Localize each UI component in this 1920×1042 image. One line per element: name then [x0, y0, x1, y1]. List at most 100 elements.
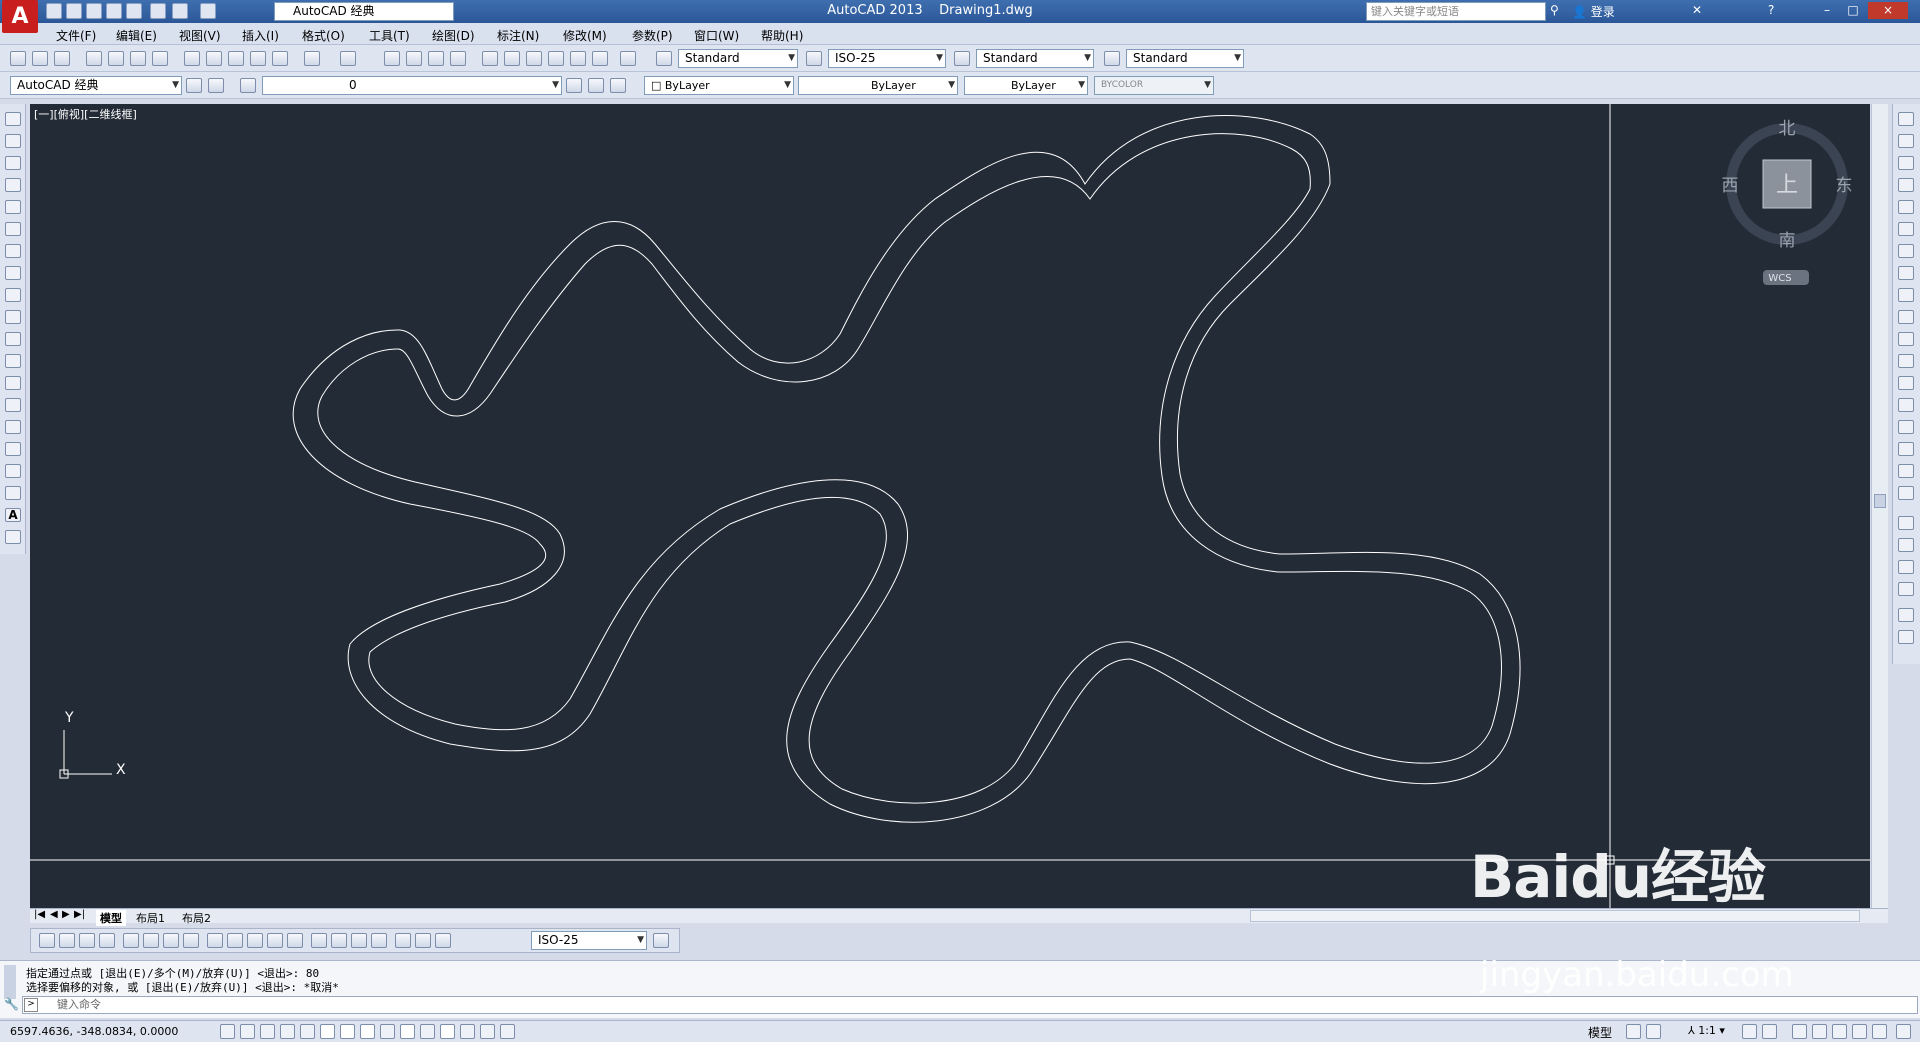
viewcube-south[interactable]: 南 [1779, 231, 1796, 251]
redo-icon[interactable] [200, 3, 216, 19]
table-style-icon[interactable] [954, 51, 970, 66]
ellipse-icon[interactable] [5, 310, 21, 324]
copy-icon[interactable] [206, 51, 222, 66]
infer-constraints-icon[interactable] [220, 1024, 235, 1039]
search-input[interactable]: 键入关键字或短语 [1366, 2, 1546, 21]
plot-preview-icon[interactable] [108, 51, 124, 66]
ortho-mode-icon[interactable] [280, 1024, 295, 1039]
text-to-front-icon[interactable] [1898, 608, 1914, 622]
snap-mode-icon[interactable] [240, 1024, 255, 1039]
zoom-previous-icon[interactable] [450, 51, 466, 66]
offset-icon[interactable] [1898, 178, 1914, 192]
object-snap-icon[interactable] [320, 1024, 335, 1039]
tab-nav-next[interactable]: ▶ [62, 909, 70, 920]
properties-icon[interactable] [482, 51, 498, 66]
tab-layout2[interactable]: 布局2 [182, 910, 211, 926]
construction-line-icon[interactable] [5, 134, 21, 148]
point-icon[interactable] [5, 398, 21, 412]
annotation-visibility-icon[interactable] [1742, 1024, 1757, 1039]
plot-file-icon[interactable] [86, 51, 102, 66]
selection-cycling-icon[interactable] [480, 1024, 495, 1039]
close-button[interactable]: × [1868, 2, 1908, 19]
vertical-scrollbar[interactable] [1871, 104, 1888, 910]
object-snap-tracking-icon[interactable] [360, 1024, 375, 1039]
plotstyle-select[interactable]: BYCOLOR ▼ [1094, 76, 1214, 95]
dynamic-input-icon[interactable] [400, 1024, 415, 1039]
coordinates-readout[interactable]: 6597.4636, -348.0834, 0.0000 [10, 1025, 178, 1038]
menu-window[interactable]: 窗口(W) [694, 27, 739, 44]
dim-style-select[interactable]: ISO-25 ▼ [828, 49, 946, 68]
menu-modify[interactable]: 修改(M) [563, 27, 607, 44]
transparency-icon[interactable] [440, 1024, 455, 1039]
plot-icon[interactable] [126, 3, 142, 19]
rectangle-icon[interactable] [5, 200, 21, 214]
mleader-style-select[interactable]: Standard ▼ [1126, 49, 1244, 68]
revision-cloud-icon[interactable] [5, 266, 21, 280]
dynamic-ucs-icon[interactable] [380, 1024, 395, 1039]
command-input[interactable]: 键入命令 [22, 996, 1918, 1014]
publish-icon[interactable] [130, 51, 146, 66]
scale-icon[interactable] [1898, 266, 1914, 280]
break-icon[interactable] [1898, 376, 1914, 390]
move-icon[interactable] [1898, 222, 1914, 236]
spline-icon[interactable] [5, 288, 21, 302]
fillet-icon[interactable] [1898, 442, 1914, 456]
draworder-front-icon[interactable] [1898, 516, 1914, 530]
quickcalc-icon[interactable] [592, 51, 608, 66]
save-file-icon[interactable] [54, 51, 70, 66]
tolerance-icon[interactable] [311, 933, 327, 948]
menu-draw[interactable]: 绘图(D) [432, 27, 475, 44]
dim-toolbar-style-select[interactable]: ISO-25 ▼ [531, 931, 647, 950]
jogged-linear-icon[interactable] [371, 933, 387, 948]
dim-update-icon[interactable] [435, 933, 451, 948]
dim-radius-icon[interactable] [123, 933, 139, 948]
dim-linear-icon[interactable] [39, 933, 55, 948]
paste-icon[interactable] [228, 51, 244, 66]
rotate-icon[interactable] [1898, 244, 1914, 258]
mtext-icon[interactable]: A [5, 508, 21, 522]
dim-continue-icon[interactable] [247, 933, 263, 948]
menu-dimension[interactable]: 标注(N) [497, 27, 539, 44]
hardware-acceleration-icon[interactable] [1832, 1024, 1847, 1039]
arc-icon[interactable] [5, 222, 21, 236]
chamfer-icon[interactable] [1898, 420, 1914, 434]
help-tool-icon[interactable] [620, 51, 636, 66]
table-style-select[interactable]: Standard ▼ [976, 49, 1094, 68]
zoom-realtime-icon[interactable] [406, 51, 422, 66]
viewcube-east[interactable]: 东 [1836, 176, 1853, 196]
copy-object-icon[interactable] [1898, 134, 1914, 148]
annotation-monitor-icon[interactable] [500, 1024, 515, 1039]
new-icon[interactable] [46, 3, 62, 19]
drawing-canvas[interactable]: X Y 上 北 南 西 东 WCS [30, 104, 1870, 910]
extend-icon[interactable] [1898, 332, 1914, 346]
tool-palettes-icon[interactable] [526, 51, 542, 66]
pan-icon[interactable] [384, 51, 400, 66]
polar-tracking-icon[interactable] [300, 1024, 315, 1039]
3d-object-snap-icon[interactable] [340, 1024, 355, 1039]
isolate-objects-icon[interactable] [1852, 1024, 1867, 1039]
dim-style-icon[interactable] [806, 51, 822, 66]
menu-file[interactable]: 文件(F) [56, 27, 96, 44]
dim-jogged-icon[interactable] [143, 933, 159, 948]
linetype-select[interactable]: ByLayer ▼ [798, 76, 958, 95]
status-menu-icon[interactable] [1872, 1024, 1887, 1039]
lineweight-select[interactable]: ByLayer ▼ [964, 76, 1088, 95]
qnew-icon[interactable] [10, 51, 26, 66]
insert-block-icon[interactable] [5, 354, 21, 368]
undo-tool-icon[interactable] [304, 51, 320, 66]
annotation-scale[interactable]: ⅄ 1:1 ▾ [1688, 1024, 1725, 1037]
draworder-back-icon[interactable] [1898, 538, 1914, 552]
signin-link[interactable]: 👤 登录 [1572, 3, 1615, 20]
menu-view[interactable]: 视图(V) [179, 27, 221, 44]
color-select[interactable]: □ ByLayer ▼ [644, 76, 794, 95]
blend-curves-icon[interactable] [1898, 464, 1914, 478]
stretch-icon[interactable] [1898, 288, 1914, 302]
gradient-icon[interactable] [5, 442, 21, 456]
design-center-icon[interactable] [504, 51, 520, 66]
make-block-icon[interactable] [5, 376, 21, 390]
save-as-icon[interactable] [106, 3, 122, 19]
draworder-under-icon[interactable] [1898, 582, 1914, 596]
save-icon[interactable] [86, 3, 102, 19]
binoculars-icon[interactable]: ⚲ [1550, 3, 1566, 19]
dim-space-icon[interactable] [267, 933, 283, 948]
